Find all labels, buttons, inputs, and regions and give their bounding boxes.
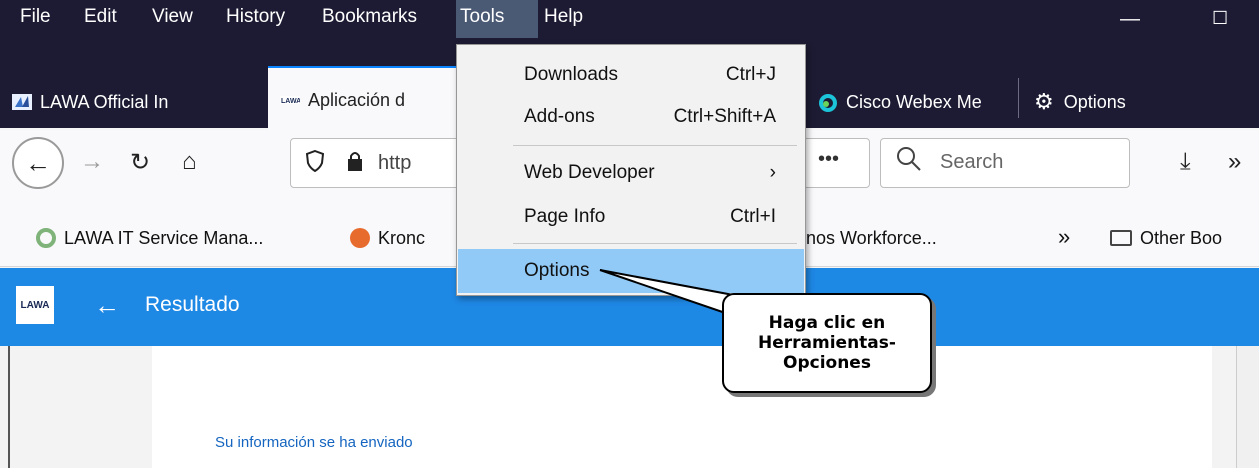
callout-annotation: Haga clic en Herramientas- Opciones (722, 293, 932, 393)
callout-line: Haga clic en (768, 313, 886, 333)
callout-pointer (599, 269, 763, 320)
callout-line: Opciones (783, 353, 871, 373)
callout-line: Herramientas- (758, 333, 896, 353)
